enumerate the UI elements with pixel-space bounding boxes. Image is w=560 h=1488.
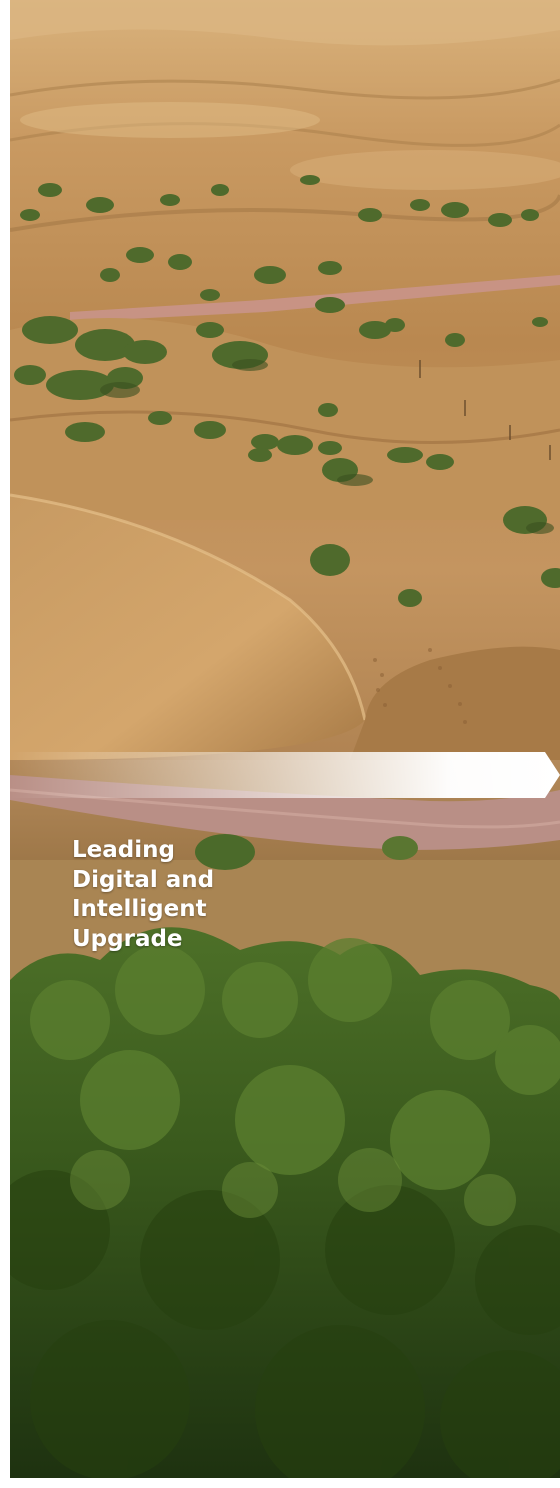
headline-line-3: Intelligent (72, 896, 207, 922)
headline-line-1: Leading (72, 837, 175, 863)
headline-text: Leading Digital and Intelligent Upgrade (72, 836, 272, 954)
hero-section: Leading Digital and Intelligent Upgrade (0, 0, 560, 1488)
desert-forest-photo (10, 0, 560, 1478)
headline-line-4: Upgrade (72, 925, 183, 952)
arrow-banner-shape (10, 752, 560, 798)
headline-line-2: Digital and (72, 866, 215, 893)
